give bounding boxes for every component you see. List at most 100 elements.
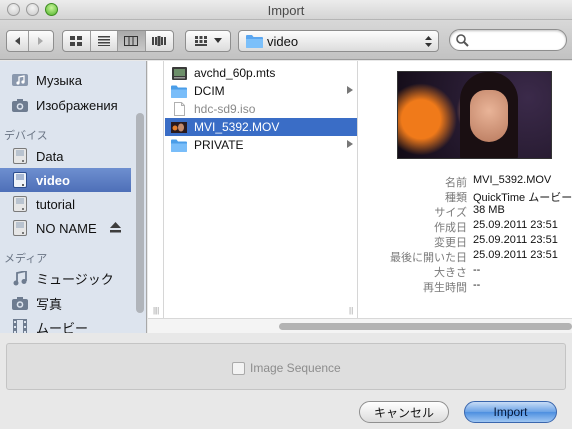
preview-pane: 名前 MVI_5392.MOV 種類 QuickTime ムービー サイズ 38… [359, 61, 572, 318]
sidebar-item-music-media[interactable]: ミュージック [0, 266, 131, 290]
file-row[interactable]: hdc-sd9.iso [165, 100, 357, 118]
sidebar-item-label: ムービー [36, 320, 89, 334]
sidebar-item-music[interactable]: Музыка [0, 68, 131, 92]
arrange-popup[interactable] [185, 30, 231, 52]
folder-row[interactable]: DCIM [165, 82, 357, 100]
thumbnail-face-shape [470, 90, 508, 142]
file-browser: || avchd_60p.mts DCIM hdc-sd9.iso MVI_53… [148, 61, 572, 333]
coverflow-view-button[interactable] [146, 31, 173, 51]
sidebar-header-media: メディア [4, 253, 48, 265]
image-sequence-option[interactable]: Image Sequence [232, 361, 341, 375]
sidebar-item-label: ミュージック [36, 271, 114, 287]
info-value: 25.09.2011 23:51 [473, 234, 558, 246]
icon-view-icon [70, 36, 83, 46]
info-value: QuickTime ムービー [473, 192, 572, 204]
chevron-down-icon [214, 38, 222, 43]
back-forward-control [6, 30, 54, 52]
info-key: サイズ [434, 207, 467, 219]
info-key: 変更日 [434, 237, 467, 249]
folder-icon [246, 35, 263, 48]
view-mode-control [62, 30, 174, 52]
list-view-button[interactable] [91, 31, 118, 51]
info-row-size: サイズ 38 MB [359, 204, 572, 219]
video-file-icon [171, 66, 187, 80]
info-value: -- [473, 264, 481, 276]
file-name: MVI_5392.MOV [194, 120, 280, 134]
file-name: avchd_60p.mts [194, 66, 276, 80]
file-row-selected[interactable]: MVI_5392.MOV [165, 118, 357, 136]
icon-view-button[interactable] [63, 31, 91, 51]
sidebar-item-label: Data [36, 148, 64, 164]
coverflow-view-icon [152, 36, 167, 46]
folder-row[interactable]: PRIVATE [165, 136, 357, 154]
browser-column-files[interactable]: avchd_60p.mts DCIM hdc-sd9.iso MVI_5392.… [155, 61, 358, 318]
film-icon [12, 319, 28, 333]
cancel-button[interactable]: キャンセル [359, 401, 449, 423]
disk-icon [12, 196, 28, 212]
disk-icon [12, 220, 28, 236]
info-row-dimensions: 大きさ -- [359, 264, 572, 279]
info-row-last-opened: 最後に開いた日 25.09.2011 23:51 [359, 249, 572, 264]
column-view-button[interactable] [118, 31, 146, 51]
list-view-icon [97, 36, 110, 46]
folder-icon [171, 138, 187, 152]
browser-column-previous[interactable]: || [148, 61, 164, 318]
info-value: 25.09.2011 23:51 [473, 249, 558, 261]
import-button[interactable]: Import [464, 401, 557, 423]
sidebar-item-tutorial[interactable]: tutorial [0, 192, 131, 216]
window-title: Import [267, 3, 305, 18]
column-resize-handle[interactable]: || [155, 306, 161, 315]
horizontal-scrollbar[interactable] [148, 318, 572, 333]
sidebar-header-devices: デバイス [4, 130, 48, 142]
sidebar-item-movies[interactable]: ムービー [0, 315, 131, 333]
sidebar-item-photos[interactable]: 写真 [0, 291, 131, 315]
info-row-created: 作成日 25.09.2011 23:51 [359, 219, 572, 234]
movie-file-icon [171, 120, 187, 134]
sidebar-item-video[interactable]: video [0, 168, 131, 192]
sidebar-item-data[interactable]: Data [0, 144, 131, 168]
info-value: MVI_5392.MOV [473, 174, 552, 186]
video-thumbnail[interactable] [397, 71, 552, 159]
search-icon [456, 34, 469, 47]
location-popup[interactable]: video [238, 30, 439, 52]
column-resize-handle[interactable]: || [349, 306, 355, 315]
stepper-arrows-icon [425, 36, 432, 47]
sidebar-item-label: Изображения [36, 97, 118, 113]
music-note-icon [12, 270, 28, 286]
image-sequence-label: Image Sequence [250, 361, 341, 375]
search-input[interactable] [449, 29, 567, 51]
music-folder-icon [12, 72, 28, 88]
file-row[interactable]: avchd_60p.mts [165, 64, 357, 82]
sidebar-item-label: 写真 [36, 296, 63, 312]
info-row-duration: 再生時間 -- [359, 279, 572, 294]
info-key: 大きさ [434, 267, 467, 279]
column-view-icon [124, 36, 139, 46]
info-key: 名前 [445, 177, 467, 189]
back-arrow-icon [14, 37, 20, 45]
title-bar: Import [0, 0, 572, 20]
file-name: DCIM [194, 84, 225, 98]
sidebar-item-images[interactable]: Изображения [0, 93, 131, 117]
info-key: 種類 [445, 192, 467, 204]
forward-arrow-icon [38, 37, 43, 45]
horizontal-scroll-thumb[interactable] [279, 323, 572, 330]
info-value: 38 MB [473, 204, 505, 216]
location-label: video [267, 33, 299, 49]
file-name: hdc-sd9.iso [194, 102, 256, 116]
eject-icon[interactable] [110, 221, 121, 236]
sidebar-scrollbar[interactable] [136, 113, 144, 313]
back-button[interactable] [7, 31, 29, 51]
image-sequence-checkbox[interactable] [232, 361, 245, 375]
file-name: PRIVATE [194, 138, 244, 152]
sidebar-item-label: tutorial [36, 196, 76, 212]
forward-button[interactable] [29, 31, 51, 51]
arrange-grid-icon [195, 36, 207, 46]
disclosure-arrow-icon [347, 86, 353, 94]
info-key: 再生時間 [423, 282, 467, 294]
sidebar-item-label: video [36, 172, 70, 188]
document-icon [171, 102, 187, 116]
info-row-kind: 種類 QuickTime ムービー [359, 189, 572, 204]
sidebar-item-no-name[interactable]: NO NAME [0, 216, 131, 240]
info-value: -- [473, 279, 481, 291]
toolbar: video [0, 20, 572, 60]
